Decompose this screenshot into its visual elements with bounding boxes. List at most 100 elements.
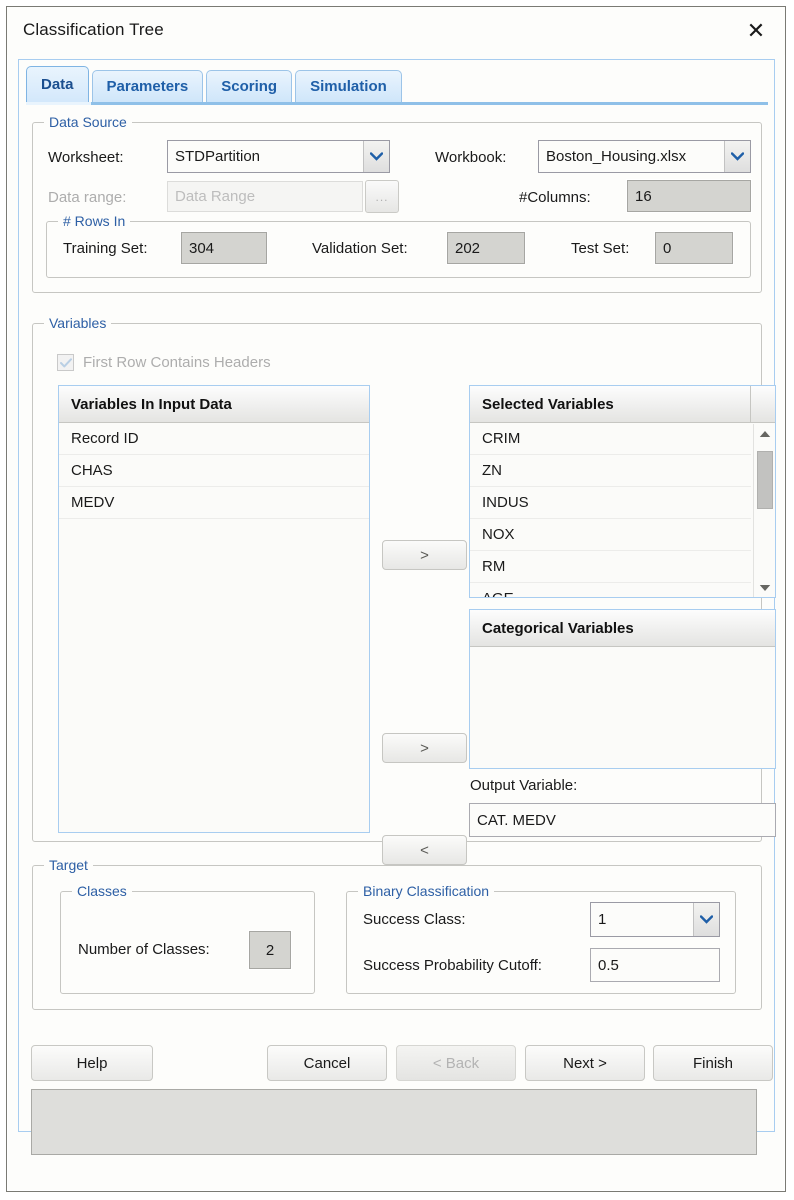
scrollbar-track[interactable] <box>754 444 775 578</box>
tab-scoring-label: Scoring <box>221 78 277 95</box>
help-button[interactable]: Help <box>31 1045 153 1081</box>
columns-value: 16 <box>635 188 652 205</box>
tab-data-label: Data <box>41 76 74 93</box>
variables-input-listbox[interactable]: Variables In Input Data Record ID CHAS M… <box>58 385 370 833</box>
workbook-select[interactable]: Boston_Housing.xlsx <box>538 140 751 173</box>
target-legend: Target <box>44 857 93 873</box>
close-icon[interactable]: ✕ <box>739 15 773 47</box>
selected-variables-listbox[interactable]: Selected Variables CRIM ZN INDUS NOX RM … <box>469 385 776 598</box>
chevron-down-icon[interactable] <box>724 141 750 172</box>
tab-scoring[interactable]: Scoring <box>206 70 292 102</box>
success-cutoff-label: Success Probability Cutoff: <box>363 957 542 974</box>
list-item[interactable]: CHAS <box>59 455 369 487</box>
list-item[interactable]: AGE <box>470 583 751 598</box>
data-range-placeholder: Data Range <box>175 188 255 205</box>
scrollbar-thumb[interactable] <box>757 451 773 509</box>
back-button[interactable]: < Back <box>396 1045 516 1081</box>
validation-set-value: 202 <box>455 240 480 257</box>
tab-simulation[interactable]: Simulation <box>295 70 402 102</box>
move-left-icon: < <box>420 842 429 859</box>
tab-underline <box>26 102 768 105</box>
validation-set-value-field: 202 <box>447 232 525 264</box>
columns-value-field: 16 <box>627 180 751 212</box>
list-item[interactable]: ZN <box>470 455 751 487</box>
classes-group: Classes Number of Classes: 2 <box>60 891 315 994</box>
tab-simulation-label: Simulation <box>310 78 387 95</box>
data-range-input[interactable]: Data Range <box>167 181 363 212</box>
output-variable-label: Output Variable: <box>470 777 577 794</box>
move-right-icon: > <box>420 547 429 564</box>
first-row-headers-checkbox[interactable]: First Row Contains Headers <box>57 354 271 371</box>
page-title: Classification Tree <box>23 20 164 40</box>
rows-in-group: # Rows In Training Set: 304 Validation S… <box>46 221 751 278</box>
target-group: Target Classes Number of Classes: 2 Bina… <box>32 865 762 1010</box>
variables-group: Variables First Row Contains Headers Var… <box>32 323 762 842</box>
scroll-up-icon[interactable] <box>754 424 775 444</box>
number-of-classes-field: 2 <box>249 931 291 969</box>
success-class-select[interactable]: 1 <box>590 902 720 937</box>
worksheet-value: STDPartition <box>168 141 363 172</box>
success-cutoff-input[interactable]: 0.5 <box>590 948 720 982</box>
list-item[interactable]: RM <box>470 551 751 583</box>
list-item[interactable]: Record ID <box>59 423 369 455</box>
chevron-down-icon[interactable] <box>363 141 389 172</box>
next-button[interactable]: Next > <box>525 1045 645 1081</box>
training-set-value-field: 304 <box>181 232 267 264</box>
selected-variables-scrollbar[interactable] <box>753 424 775 598</box>
move-right-icon: > <box>420 740 429 757</box>
success-class-value: 1 <box>591 903 693 936</box>
output-variable-field[interactable]: CAT. MEDV <box>469 803 776 837</box>
variables-legend: Variables <box>44 315 111 331</box>
workbook-value: Boston_Housing.xlsx <box>539 141 724 172</box>
move-to-output-button[interactable]: < <box>382 835 467 865</box>
test-set-value: 0 <box>663 240 671 257</box>
cancel-label: Cancel <box>304 1055 351 1072</box>
status-bar <box>31 1089 757 1155</box>
checkbox-icon <box>57 354 74 371</box>
rows-in-legend: # Rows In <box>58 213 130 229</box>
cancel-button[interactable]: Cancel <box>267 1045 387 1081</box>
move-to-categorical-button[interactable]: > <box>382 733 467 763</box>
selected-variables-body[interactable]: CRIM ZN INDUS NOX RM AGE <box>470 423 751 598</box>
title-bar: Classification Tree ✕ <box>7 7 785 55</box>
tab-panel: Data Parameters Scoring Simulation Data … <box>18 59 775 1132</box>
next-label: Next > <box>563 1055 607 1072</box>
classification-tree-dialog: Classification Tree ✕ Data Parameters Sc… <box>6 6 786 1192</box>
move-to-selected-button[interactable]: > <box>382 540 467 570</box>
finish-button[interactable]: Finish <box>653 1045 773 1081</box>
variables-input-header: Variables In Input Data <box>59 386 369 423</box>
variables-input-body[interactable]: Record ID CHAS MEDV <box>59 423 369 519</box>
listbox-header-gutter <box>750 386 775 423</box>
list-item[interactable]: CRIM <box>470 423 751 455</box>
tab-data[interactable]: Data <box>26 66 89 102</box>
data-source-legend: Data Source <box>44 114 132 130</box>
worksheet-label: Worksheet: <box>48 149 124 166</box>
number-of-classes-value: 2 <box>266 942 274 959</box>
output-variable-value: CAT. MEDV <box>477 812 556 829</box>
number-of-classes-label: Number of Classes: <box>78 941 210 958</box>
tab-parameters[interactable]: Parameters <box>92 70 204 102</box>
worksheet-select[interactable]: STDPartition <box>167 140 390 173</box>
test-set-label: Test Set: <box>571 240 629 257</box>
finish-label: Finish <box>693 1055 733 1072</box>
scroll-down-icon[interactable] <box>754 578 775 598</box>
success-class-label: Success Class: <box>363 911 466 928</box>
classes-legend: Classes <box>72 883 132 899</box>
training-set-value: 304 <box>189 240 214 257</box>
list-item[interactable]: MEDV <box>59 487 369 519</box>
binary-classification-legend: Binary Classification <box>358 883 494 899</box>
categorical-variables-listbox[interactable]: Categorical Variables <box>469 609 776 769</box>
selected-variables-header: Selected Variables <box>470 386 751 423</box>
list-item[interactable]: INDUS <box>470 487 751 519</box>
tab-strip: Data Parameters Scoring Simulation <box>26 66 402 102</box>
chevron-down-icon[interactable] <box>693 903 719 936</box>
first-row-headers-label: First Row Contains Headers <box>83 354 271 371</box>
workbook-label: Workbook: <box>435 149 506 166</box>
success-cutoff-value: 0.5 <box>598 957 619 974</box>
columns-label: #Columns: <box>519 189 591 206</box>
data-source-group: Data Source Worksheet: STDPartition Work… <box>32 122 762 293</box>
training-set-label: Training Set: <box>63 240 148 257</box>
list-item[interactable]: NOX <box>470 519 751 551</box>
browse-data-range-button[interactable]: ... <box>365 180 399 213</box>
validation-set-label: Validation Set: <box>312 240 408 257</box>
